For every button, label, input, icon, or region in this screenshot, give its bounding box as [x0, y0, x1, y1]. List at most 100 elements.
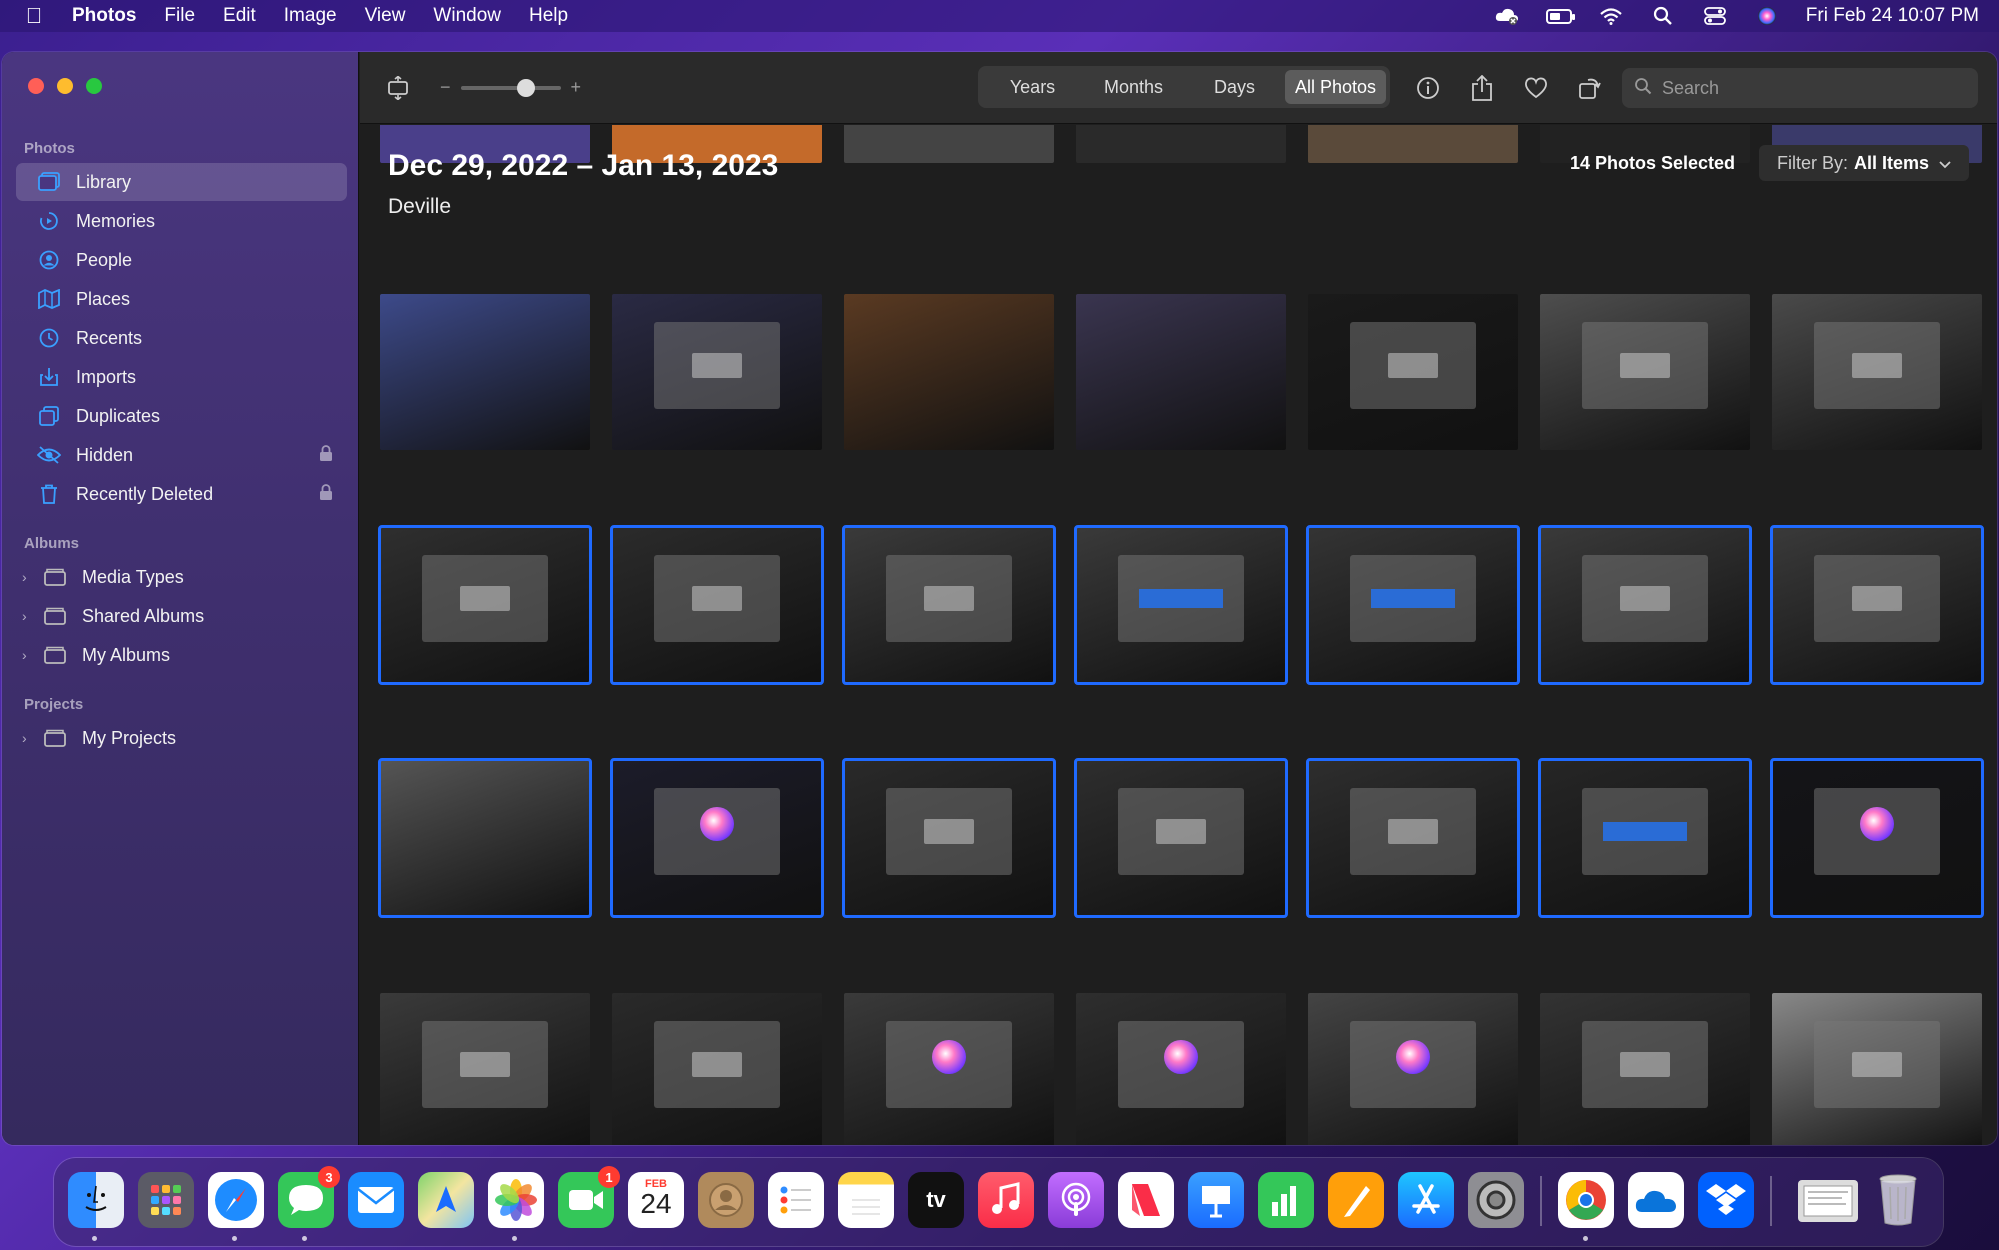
dock-trash-icon[interactable] [1870, 1172, 1926, 1228]
sidebar-item-people[interactable]: People [16, 241, 347, 279]
minimize-window-button[interactable] [57, 78, 73, 94]
photo-thumbnail[interactable] [380, 993, 590, 1145]
photo-thumbnail[interactable] [1538, 758, 1752, 918]
photo-thumbnail[interactable] [842, 758, 1056, 918]
siri-icon[interactable] [1754, 6, 1780, 26]
tab-months[interactable]: Months [1083, 70, 1184, 104]
photo-thumbnail[interactable] [612, 993, 822, 1145]
dock-calendar-icon[interactable]: FEB 24 [628, 1172, 684, 1228]
dock-recent-document-icon[interactable] [1798, 1180, 1858, 1222]
zoom-slider[interactable] [460, 78, 561, 97]
dock-messages-icon[interactable]: 3 [278, 1166, 340, 1228]
photo-thumbnail[interactable] [844, 125, 1054, 163]
photo-thumbnail[interactable] [1540, 993, 1750, 1145]
photo-thumbnail[interactable] [380, 294, 590, 450]
zoom-out-button[interactable]: − [440, 77, 451, 98]
menu-image[interactable]: Image [284, 5, 337, 27]
dock-reminders-icon[interactable] [768, 1172, 824, 1228]
chevron-right-icon[interactable]: › [22, 647, 34, 663]
zoom-in-button[interactable]: + [571, 77, 582, 98]
dock-dropbox-icon[interactable] [1698, 1172, 1754, 1228]
photo-thumbnail[interactable] [1306, 525, 1520, 685]
photo-thumbnail[interactable] [1772, 993, 1982, 1145]
dock-photos-icon[interactable] [488, 1172, 544, 1228]
tab-all-photos[interactable]: All Photos [1285, 70, 1386, 104]
photo-thumbnail[interactable] [612, 294, 822, 450]
dock-onedrive-icon[interactable] [1628, 1172, 1684, 1228]
sidebar-item-hidden[interactable]: Hidden [16, 436, 347, 474]
dock-mail-icon[interactable] [348, 1172, 404, 1228]
sidebar-item-duplicates[interactable]: Duplicates [16, 397, 347, 435]
dock-music-icon[interactable] [978, 1172, 1034, 1228]
photo-thumbnail[interactable] [610, 758, 824, 918]
sidebar-item-recently-deleted[interactable]: Recently Deleted [16, 475, 347, 513]
menu-help[interactable]: Help [529, 5, 568, 27]
chevron-right-icon[interactable]: › [22, 730, 34, 746]
photo-thumbnail[interactable] [1540, 294, 1750, 450]
sidebar-item-imports[interactable]: Imports [16, 358, 347, 396]
rotate-button[interactable] [1574, 72, 1606, 104]
tab-years[interactable]: Years [982, 70, 1083, 104]
dock-apple-tv-icon[interactable]: tv [908, 1172, 964, 1228]
chevron-right-icon[interactable]: › [22, 569, 34, 585]
sidebar-item-memories[interactable]: Memories [16, 202, 347, 240]
dock-podcasts-icon[interactable] [1048, 1172, 1104, 1228]
photo-thumbnail[interactable] [1306, 758, 1520, 918]
menu-file[interactable]: File [164, 5, 195, 27]
photo-thumbnail[interactable] [844, 294, 1054, 450]
menu-clock[interactable]: Fri Feb 24 10:07 PM [1806, 5, 1979, 27]
photo-thumbnail[interactable] [844, 993, 1054, 1145]
dock-system-settings-icon[interactable] [1468, 1172, 1524, 1228]
dock-keynote-icon[interactable] [1188, 1172, 1244, 1228]
search-input[interactable]: Search [1662, 78, 1719, 99]
dock-numbers-icon[interactable] [1258, 1172, 1314, 1228]
menu-view[interactable]: View [365, 5, 406, 27]
filter-by-menu[interactable]: Filter By: All Items [1758, 145, 1969, 181]
photo-thumbnail[interactable] [1308, 125, 1518, 163]
chevron-right-icon[interactable]: › [22, 608, 34, 624]
sidebar-item-my-projects[interactable]: › My Projects [16, 719, 347, 757]
close-window-button[interactable] [28, 78, 44, 94]
icloud-status-icon[interactable] [1494, 6, 1520, 26]
dock-facetime-icon[interactable]: 1 [558, 1166, 620, 1228]
dock-safari-icon[interactable] [208, 1172, 264, 1228]
sidebar-item-media-types[interactable]: › Media Types [16, 558, 347, 596]
zoom-window-button[interactable] [86, 78, 102, 94]
photo-thumbnail[interactable] [842, 525, 1056, 685]
wifi-icon[interactable] [1598, 6, 1624, 26]
battery-icon[interactable] [1545, 6, 1575, 26]
photo-thumbnail[interactable] [1076, 993, 1286, 1145]
fit-to-window-icon[interactable] [382, 72, 414, 104]
favorite-heart-button[interactable] [1520, 72, 1552, 104]
dock-notes-icon[interactable] [838, 1172, 894, 1228]
dock-app-store-icon[interactable] [1398, 1172, 1454, 1228]
photo-thumbnail[interactable] [1308, 294, 1518, 450]
search-field[interactable]: Search [1622, 68, 1978, 108]
photo-thumbnail[interactable] [1074, 758, 1288, 918]
photo-thumbnail[interactable] [1772, 294, 1982, 450]
dock-contacts-icon[interactable] [698, 1172, 754, 1228]
sidebar-item-places[interactable]: Places [16, 280, 347, 318]
zoom-slider-knob[interactable] [516, 78, 535, 97]
control-center-icon[interactable] [1702, 6, 1728, 26]
tab-days[interactable]: Days [1184, 70, 1285, 104]
spotlight-search-icon[interactable] [1650, 6, 1676, 26]
sidebar-item-library[interactable]: Library [16, 163, 347, 201]
sidebar-item-recents[interactable]: Recents [16, 319, 347, 357]
dock-finder-icon[interactable] [68, 1172, 124, 1228]
photo-thumbnail[interactable] [1308, 993, 1518, 1145]
sidebar-item-my-albums[interactable]: › My Albums [16, 636, 347, 674]
photo-thumbnail[interactable] [1538, 525, 1752, 685]
moment-location[interactable]: Deville [388, 195, 778, 219]
apple-menu-icon[interactable]:  [20, 3, 48, 29]
photo-thumbnail[interactable] [378, 758, 592, 918]
photo-thumbnail[interactable] [1076, 294, 1286, 450]
photo-thumbnail[interactable] [1074, 525, 1288, 685]
dock-pages-icon[interactable] [1328, 1172, 1384, 1228]
share-button[interactable] [1466, 72, 1498, 104]
dock-chrome-icon[interactable] [1558, 1172, 1614, 1228]
photo-thumbnail[interactable] [1076, 125, 1286, 163]
menu-edit[interactable]: Edit [223, 5, 256, 27]
dock-news-icon[interactable] [1118, 1172, 1174, 1228]
dock-maps-icon[interactable] [418, 1172, 474, 1228]
